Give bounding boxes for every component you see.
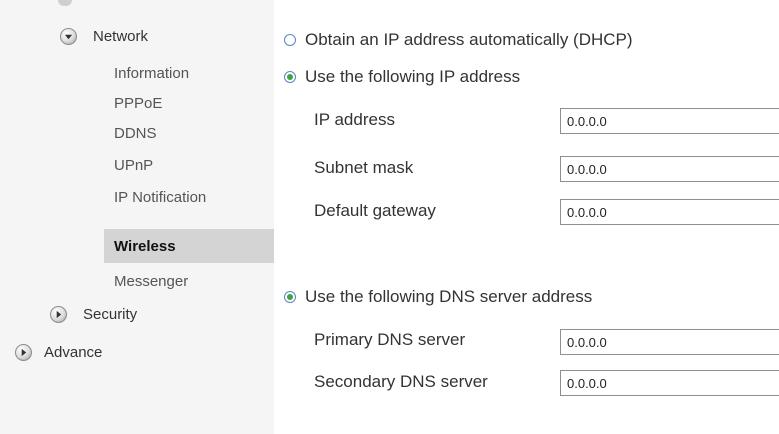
chevron-right-icon (50, 306, 67, 323)
static-ip-radio[interactable] (284, 71, 296, 83)
primary-dns-input[interactable] (560, 329, 779, 355)
tree-node-security[interactable]: Security (50, 306, 137, 323)
dns-option-label: Use the following DNS server address (305, 287, 593, 306)
sidebar-item-wireless[interactable]: Wireless (104, 229, 274, 263)
tree-node-label: Security (83, 306, 138, 323)
ip-address-input[interactable] (560, 108, 779, 134)
sidebar-item-information[interactable]: Information (104, 58, 274, 88)
secondary-dns-input[interactable] (560, 370, 779, 396)
static-ip-option[interactable]: Use the following IP address (284, 67, 520, 87)
sidebar-item-label: Messenger (114, 272, 189, 290)
default-gateway-input[interactable] (560, 199, 779, 225)
sidebar: Network Information PPPoE DDNS UPnP IP N… (0, 0, 274, 434)
sidebar-item-upnp[interactable]: UPnP (104, 150, 274, 180)
static-ip-label: Use the following IP address (305, 67, 521, 86)
sidebar-item-ip-notification[interactable]: IP Notification (104, 182, 274, 212)
subnet-mask-label: Subnet mask (314, 158, 414, 177)
dhcp-label: Obtain an IP address automatically (DHCP… (305, 30, 633, 49)
sidebar-item-label: DDNS (114, 124, 157, 142)
sidebar-item-label: Information (114, 64, 190, 82)
dns-radio[interactable] (284, 291, 296, 303)
sidebar-item-label: PPPoE (114, 94, 163, 112)
tree-node-label: Network (93, 28, 149, 45)
sidebar-item-label: Wireless (114, 237, 176, 255)
sidebar-item-ddns[interactable]: DDNS (104, 118, 274, 148)
default-gateway-label: Default gateway (314, 201, 436, 220)
chevron-right-icon (15, 344, 32, 361)
tree-node-label: Advance (44, 344, 103, 361)
sidebar-item-label: UPnP (114, 156, 154, 174)
dns-option[interactable]: Use the following DNS server address (284, 287, 592, 307)
dhcp-radio[interactable] (284, 34, 296, 46)
sidebar-item-label: IP Notification (114, 188, 207, 206)
primary-dns-label: Primary DNS server (314, 330, 466, 349)
tree-node-advance[interactable]: Advance (15, 344, 102, 361)
chevron-down-icon (60, 28, 77, 45)
subnet-mask-input[interactable] (560, 156, 779, 182)
ip-address-label: IP address (314, 110, 395, 129)
sidebar-item-pppoe[interactable]: PPPoE (104, 88, 274, 118)
secondary-dns-label: Secondary DNS server (314, 372, 488, 391)
sidebar-item-messenger[interactable]: Messenger (104, 266, 274, 296)
tree-node-network[interactable]: Network (60, 28, 148, 45)
collapsed-node-edge (58, 0, 72, 6)
dhcp-option[interactable]: Obtain an IP address automatically (DHCP… (284, 30, 633, 50)
